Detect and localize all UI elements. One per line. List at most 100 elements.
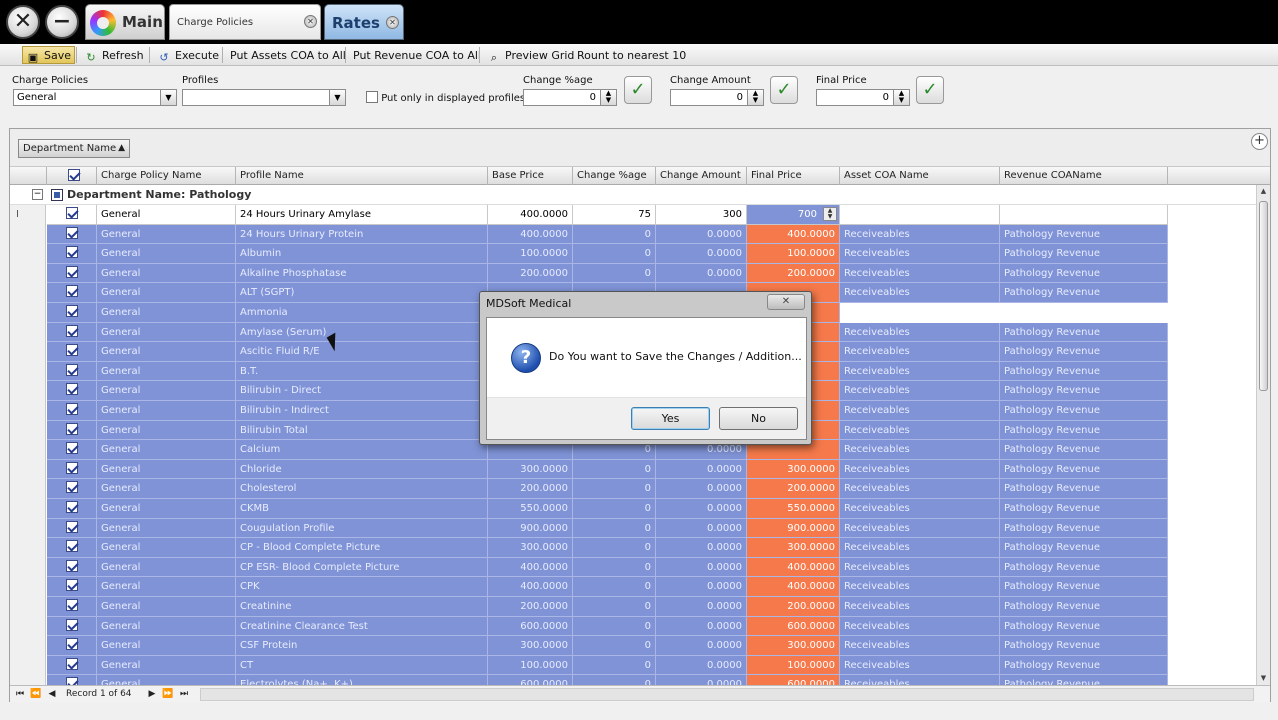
table-row[interactable]: General CT 100.0000 0 0.0000 100.0000 Receivea… — [10, 655, 1256, 676]
row-checkbox[interactable] — [65, 422, 78, 435]
cell-asset[interactable]: Receiveables — [840, 440, 1000, 460]
row-select-cell[interactable] — [47, 303, 97, 323]
row-indicator[interactable] — [10, 675, 46, 685]
row-checkbox[interactable] — [65, 501, 78, 513]
cell-asset[interactable]: Receiveables — [840, 244, 1000, 264]
cell-final[interactable]: 100.0000 — [747, 244, 840, 264]
cell-pct[interactable]: 0 — [573, 263, 656, 284]
preview-grid-button[interactable]: ⌕ Preview Grid — [487, 47, 575, 64]
cell-final[interactable]: 400.0000 — [747, 577, 840, 597]
cell-revenue[interactable]: Pathology Revenue — [1000, 499, 1168, 519]
cell-amount[interactable]: 300 — [656, 205, 747, 225]
change-pct-input[interactable]: 0 ▲ ▼ — [523, 89, 617, 106]
row-select-cell[interactable] — [47, 322, 97, 343]
row-indicator[interactable] — [10, 401, 46, 421]
cell-revenue[interactable]: Pathology Revenue — [1000, 577, 1168, 597]
row-select-cell[interactable] — [47, 224, 97, 245]
cell-policy[interactable]: General — [97, 479, 236, 499]
cell-revenue[interactable]: Pathology Revenue — [1000, 342, 1168, 362]
cell-policy[interactable]: General — [97, 636, 236, 656]
cell-pct[interactable]: 0 — [573, 636, 656, 656]
table-row[interactable]: General Cholesterol 200.0000 0 0.0000 200.000… — [10, 479, 1256, 499]
cell-policy[interactable]: General — [97, 655, 236, 676]
group-chip-department[interactable]: Department Name ▲ — [18, 139, 130, 158]
row-select-cell[interactable] — [47, 479, 97, 499]
dialog-close-button[interactable]: ✕ — [767, 294, 805, 310]
cell-asset[interactable]: Receiveables — [840, 518, 1000, 539]
charge-policies-select[interactable]: General ▼ — [13, 89, 177, 106]
row-select-cell[interactable] — [47, 263, 97, 284]
cell-amount[interactable]: 0.0000 — [656, 655, 747, 676]
cell-profile[interactable]: CT — [236, 655, 488, 676]
cell-profile[interactable]: CP - Blood Complete Picture — [236, 538, 488, 558]
cell-base[interactable]: 200.0000 — [488, 263, 573, 284]
cell-final[interactable]: 900.0000 — [747, 518, 840, 539]
no-button[interactable]: No — [719, 407, 798, 430]
table-row[interactable]: General CKMB 550.0000 0 0.0000 550.0000 Receiv… — [10, 499, 1256, 519]
row-checkbox[interactable] — [65, 579, 78, 592]
row-checkbox[interactable] — [65, 442, 78, 455]
cell-base[interactable]: 600.0000 — [488, 675, 573, 685]
row-checkbox[interactable] — [65, 481, 78, 494]
row-checkbox[interactable] — [65, 520, 78, 533]
row-indicator[interactable] — [10, 244, 46, 264]
row-checkbox[interactable] — [65, 618, 78, 631]
table-row[interactable]: General Creatinine 200.0000 0 0.0000 200.0000… — [10, 597, 1256, 617]
cell-revenue[interactable] — [1000, 205, 1168, 225]
apply-change-amount-button[interactable]: ✓ — [770, 76, 798, 104]
cell-profile[interactable]: CSF Protein — [236, 636, 488, 656]
table-row[interactable]: General Albumin 100.0000 0 0.0000 100.0000 Rec… — [10, 244, 1256, 264]
cell-policy[interactable]: General — [97, 420, 236, 441]
horizontal-scrollbar[interactable] — [200, 688, 1254, 701]
row-select-cell[interactable] — [47, 244, 97, 264]
row-indicator[interactable] — [10, 499, 46, 519]
row-select-cell[interactable] — [47, 283, 97, 303]
cell-profile[interactable]: Creatinine Clearance Test — [236, 616, 488, 637]
cell-amount[interactable]: 0.0000 — [656, 263, 747, 284]
row-checkbox[interactable] — [65, 265, 78, 278]
cell-policy[interactable]: General — [97, 381, 236, 401]
put-revenue-coa-button[interactable]: Put Revenue COA to All — [353, 47, 481, 64]
table-row[interactable]: General Chloride 300.0000 0 0.0000 300.0000 Re… — [10, 459, 1256, 480]
cell-asset[interactable]: Receiveables — [840, 224, 1000, 245]
close-tab-icon[interactable]: ✕ — [304, 15, 317, 28]
cell-base[interactable]: 400.0000 — [488, 577, 573, 597]
cell-profile[interactable]: CKMB — [236, 499, 488, 519]
cell-revenue[interactable]: Pathology Revenue — [1000, 440, 1168, 460]
add-column-button[interactable]: + — [1251, 133, 1268, 150]
cell-asset[interactable]: Receiveables — [840, 655, 1000, 676]
cell-base[interactable]: 300.0000 — [488, 538, 573, 558]
cell-amount[interactable]: 0.0000 — [656, 538, 747, 558]
chevron-down-icon[interactable]: ▼ — [160, 90, 176, 105]
cell-pct[interactable]: 0 — [573, 459, 656, 480]
cell-revenue[interactable]: Pathology Revenue — [1000, 322, 1168, 343]
cell-base[interactable]: 200.0000 — [488, 479, 573, 499]
row-checkbox[interactable] — [65, 324, 78, 337]
cell-profile[interactable]: Bilirubin Total — [236, 420, 488, 441]
cell-pct[interactable]: 0 — [573, 655, 656, 676]
cell-asset[interactable]: Receiveables — [840, 361, 1000, 382]
cell-profile[interactable]: Bilirubin - Indirect — [236, 401, 488, 421]
cell-amount[interactable]: 0.0000 — [656, 577, 747, 597]
cell-policy[interactable]: General — [97, 342, 236, 362]
put-only-checkbox-row[interactable]: Put only in displayed profiles — [366, 91, 525, 104]
select-all-checkbox[interactable] — [67, 169, 80, 181]
cell-amount[interactable]: 0.0000 — [656, 224, 747, 245]
cell-pct[interactable]: 75 — [573, 205, 656, 225]
collapse-icon[interactable]: − — [32, 189, 43, 200]
cell-policy[interactable]: General — [97, 577, 236, 597]
row-checkbox[interactable] — [65, 207, 78, 219]
cell-policy[interactable]: General — [97, 518, 236, 539]
minimize-app-button[interactable]: − — [45, 5, 79, 39]
spinner-icon[interactable]: ▲ ▼ — [747, 90, 763, 105]
row-indicator[interactable] — [10, 283, 46, 303]
cell-asset[interactable]: Receiveables — [840, 538, 1000, 558]
row-indicator[interactable] — [10, 616, 46, 637]
row-select-cell[interactable] — [47, 577, 97, 597]
row-select-cell[interactable] — [47, 636, 97, 656]
spinner-icon[interactable]: ▲ ▼ — [893, 90, 909, 105]
group-row-pathology[interactable]: − Department Name: Pathology — [10, 185, 1256, 205]
cell-base[interactable]: 400.0000 — [488, 557, 573, 578]
cell-policy[interactable]: General — [97, 283, 236, 303]
cell-revenue[interactable] — [1000, 303, 1168, 323]
